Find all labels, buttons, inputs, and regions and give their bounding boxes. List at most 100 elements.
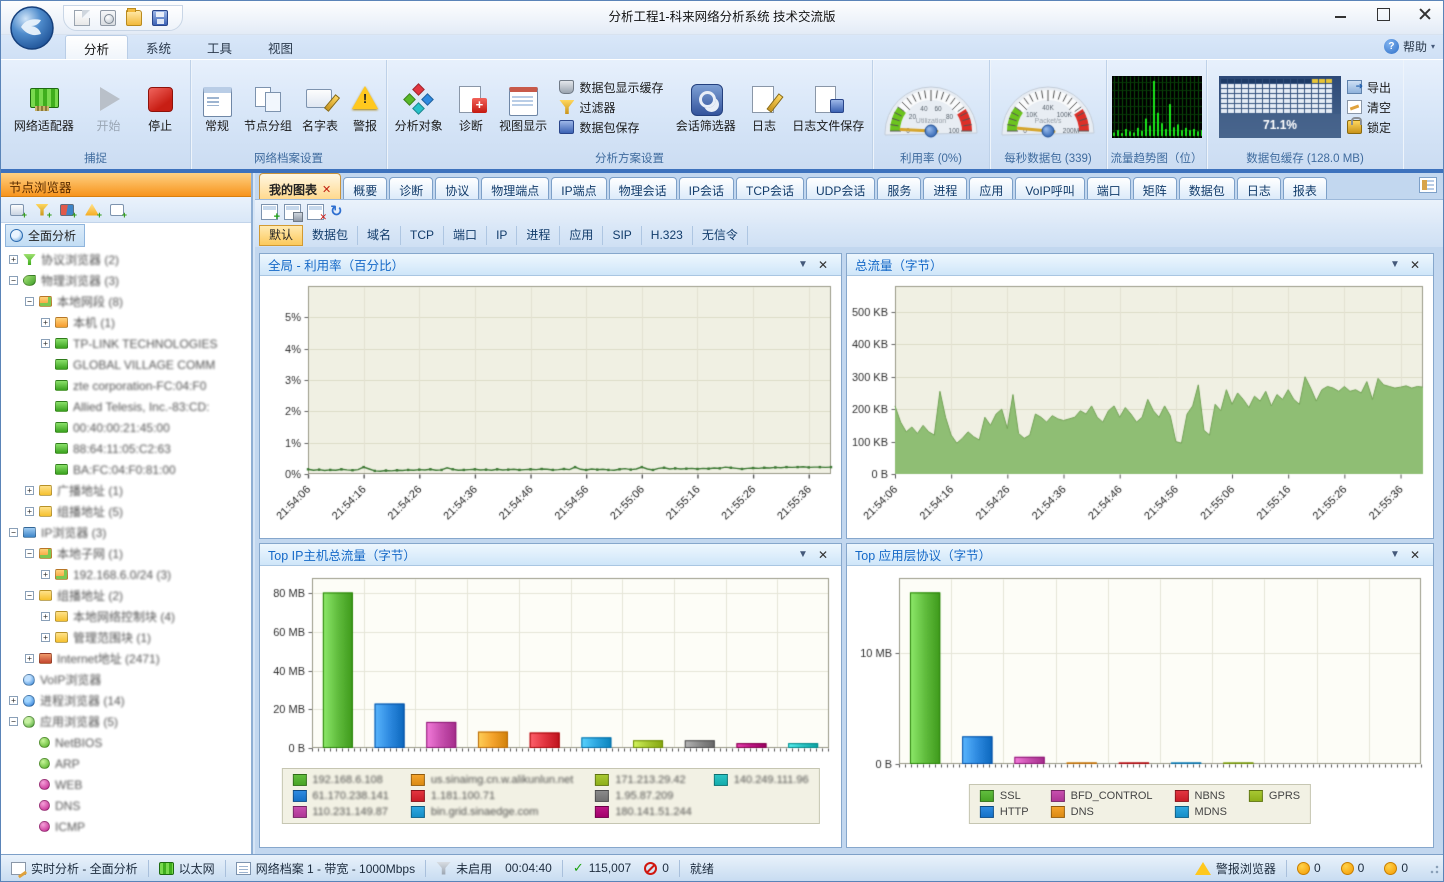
view-tab-1[interactable]: 概要	[343, 177, 388, 199]
app-logo-icon[interactable]	[9, 5, 55, 51]
view-tab-8[interactable]: TCP会话	[736, 177, 805, 199]
chart-scheme-5[interactable]: IP	[487, 225, 518, 245]
expand-icon[interactable]: +	[41, 633, 50, 642]
tree-item-26[interactable]: DNS	[3, 795, 251, 816]
start-button[interactable]: 开始	[87, 80, 131, 135]
expand-icon[interactable]: +	[25, 507, 34, 516]
close-panel-icon[interactable]: ✕	[1405, 258, 1425, 272]
stop-button[interactable]: 停止	[138, 80, 182, 135]
view-tab-2[interactable]: 诊断	[389, 177, 434, 199]
collapse-icon[interactable]: ▼	[1385, 259, 1405, 270]
save-chart-icon[interactable]	[284, 203, 303, 222]
chart-scheme-3[interactable]: TCP	[401, 225, 445, 245]
tree-item-11[interactable]: + 广播地址 (1)	[3, 480, 251, 501]
collapse-icon[interactable]: ▼	[1385, 549, 1405, 560]
tree-item-21[interactable]: + 进程浏览器 (14)	[3, 690, 251, 711]
expand-icon[interactable]: +	[41, 318, 50, 327]
view-tab-4[interactable]: 物理端点	[481, 177, 550, 199]
general-button[interactable]: 常规	[195, 80, 239, 135]
collapse-icon[interactable]: −	[9, 528, 18, 537]
ribbon-tab-system[interactable]: 系统	[128, 35, 189, 59]
tree-item-22[interactable]: − 应用浏览器 (5)	[3, 711, 251, 732]
tree-item-17[interactable]: + 本地网络控制块 (4)	[3, 606, 251, 627]
minimize-button[interactable]	[1333, 7, 1349, 21]
export-button[interactable]: 导出	[1346, 79, 1391, 96]
view-tab-6[interactable]: 物理会话	[608, 177, 677, 199]
tree-item-2[interactable]: − 本地网段 (8)	[3, 291, 251, 312]
tree-item-18[interactable]: + 管理范围块 (1)	[3, 627, 251, 648]
view-tab-13[interactable]: VoIP呼叫	[1015, 177, 1085, 199]
node-group-button[interactable]: 节点分组	[239, 80, 297, 135]
tree-item-9[interactable]: 88:64:11:05:C2:63	[3, 438, 251, 459]
expand-icon[interactable]: +	[9, 696, 18, 705]
filter-button[interactable]: 过滤器	[559, 99, 663, 116]
chart-scheme-9[interactable]: H.323	[642, 225, 693, 245]
view-tab-0[interactable]: 我的图表 ✕	[259, 173, 342, 199]
open-project-icon[interactable]	[126, 8, 142, 26]
close-panel-icon[interactable]: ✕	[1405, 548, 1425, 562]
panel-toggle-icon[interactable]	[1419, 177, 1437, 193]
tree-item-0[interactable]: + 协议浏览器 (2)	[3, 249, 251, 270]
view-display-button[interactable]: 视图显示	[494, 80, 552, 135]
make-alarm-icon[interactable]	[83, 202, 102, 220]
collapse-icon[interactable]: −	[9, 717, 18, 726]
network-adapter-button[interactable]: 网络适配器	[9, 80, 79, 135]
close-panel-icon[interactable]: ✕	[813, 548, 833, 562]
chart-scheme-1[interactable]: 数据包	[303, 225, 359, 245]
chart-scheme-8[interactable]: SIP	[603, 225, 642, 245]
expand-icon[interactable]: +	[41, 570, 50, 579]
lock-button[interactable]: 锁定	[1346, 117, 1391, 136]
expand-icon[interactable]: +	[25, 486, 34, 495]
expand-icon[interactable]: +	[41, 339, 50, 348]
tree-item-1[interactable]: − 物理浏览器 (3)	[3, 270, 251, 291]
import-icon[interactable]	[100, 10, 116, 26]
collapse-icon[interactable]: −	[25, 297, 34, 306]
view-tab-10[interactable]: 服务	[877, 177, 922, 199]
tree-item-5[interactable]: GLOBAL VILLAGE COMM	[3, 354, 251, 375]
tree-item-24[interactable]: ARP	[3, 753, 251, 774]
resize-grip[interactable]	[1426, 861, 1440, 875]
view-tab-7[interactable]: IP会话	[678, 177, 734, 199]
view-tab-16[interactable]: 数据包	[1178, 177, 1235, 199]
view-tab-15[interactable]: 矩阵	[1132, 177, 1177, 199]
packet-display-buffer-button[interactable]: 数据包显示缓存	[559, 79, 663, 96]
tree-item-15[interactable]: +192.168.6.0/24 (3)	[3, 564, 251, 585]
tree-item-20[interactable]: VoIP浏览器	[3, 669, 251, 690]
refresh-icon[interactable]: ↻	[330, 204, 348, 220]
tree-item-16[interactable]: − 组播地址 (2)	[3, 585, 251, 606]
make-filter-icon[interactable]	[33, 202, 52, 220]
close-tab-icon[interactable]: ✕	[322, 183, 331, 196]
status-filter[interactable]: 未启用 00:04:40	[426, 859, 563, 877]
view-tab-14[interactable]: 端口	[1086, 177, 1131, 199]
ribbon-tab-tools[interactable]: 工具	[189, 35, 250, 59]
expand-icon[interactable]: +	[9, 255, 18, 264]
save-project-icon[interactable]	[152, 10, 168, 26]
delete-chart-icon[interactable]	[307, 203, 327, 223]
tree-item-7[interactable]: Allied Telesis, Inc.-83:CD:	[3, 396, 251, 417]
collapse-icon[interactable]: −	[25, 591, 34, 600]
status-profile[interactable]: 网络档案 1 - 带宽 - 1000Mbps	[226, 859, 427, 877]
tree-item-23[interactable]: NetBIOS	[3, 732, 251, 753]
status-packet-counts[interactable]: ✓ 115,007 0	[563, 859, 680, 877]
tree-item-8[interactable]: 00:40:00:21:45:00	[3, 417, 251, 438]
tree-item-14[interactable]: − 本地子网 (1)	[3, 543, 251, 564]
clear-button[interactable]: 清空	[1346, 99, 1391, 116]
view-tab-3[interactable]: 协议	[435, 177, 480, 199]
full-analysis-scope[interactable]: 全面分析	[5, 223, 86, 247]
make-graph-icon[interactable]	[58, 202, 77, 220]
tree-item-19[interactable]: + Internet地址 (2471)	[3, 648, 251, 669]
tree-item-13[interactable]: − IP浏览器 (3)	[3, 522, 251, 543]
tree-item-25[interactable]: WEB	[3, 774, 251, 795]
analysis-object-button[interactable]: 分析对象	[390, 80, 448, 135]
tree-item-10[interactable]: BA:FC:04:F0:81:00	[3, 459, 251, 480]
log-save-button[interactable]: 日志文件保存	[787, 80, 869, 135]
add-chart-icon[interactable]	[261, 203, 280, 223]
new-project-icon[interactable]	[74, 10, 90, 26]
chart-scheme-4[interactable]: 端口	[444, 225, 488, 245]
alarm-button[interactable]: 警报	[343, 80, 387, 135]
collapse-icon[interactable]: −	[9, 276, 18, 285]
view-tab-9[interactable]: UDP会话	[806, 177, 876, 199]
tree-item-12[interactable]: + 组播地址 (5)	[3, 501, 251, 522]
collapse-icon[interactable]: ▼	[793, 259, 813, 270]
tree-item-3[interactable]: + 本机 (1)	[3, 312, 251, 333]
